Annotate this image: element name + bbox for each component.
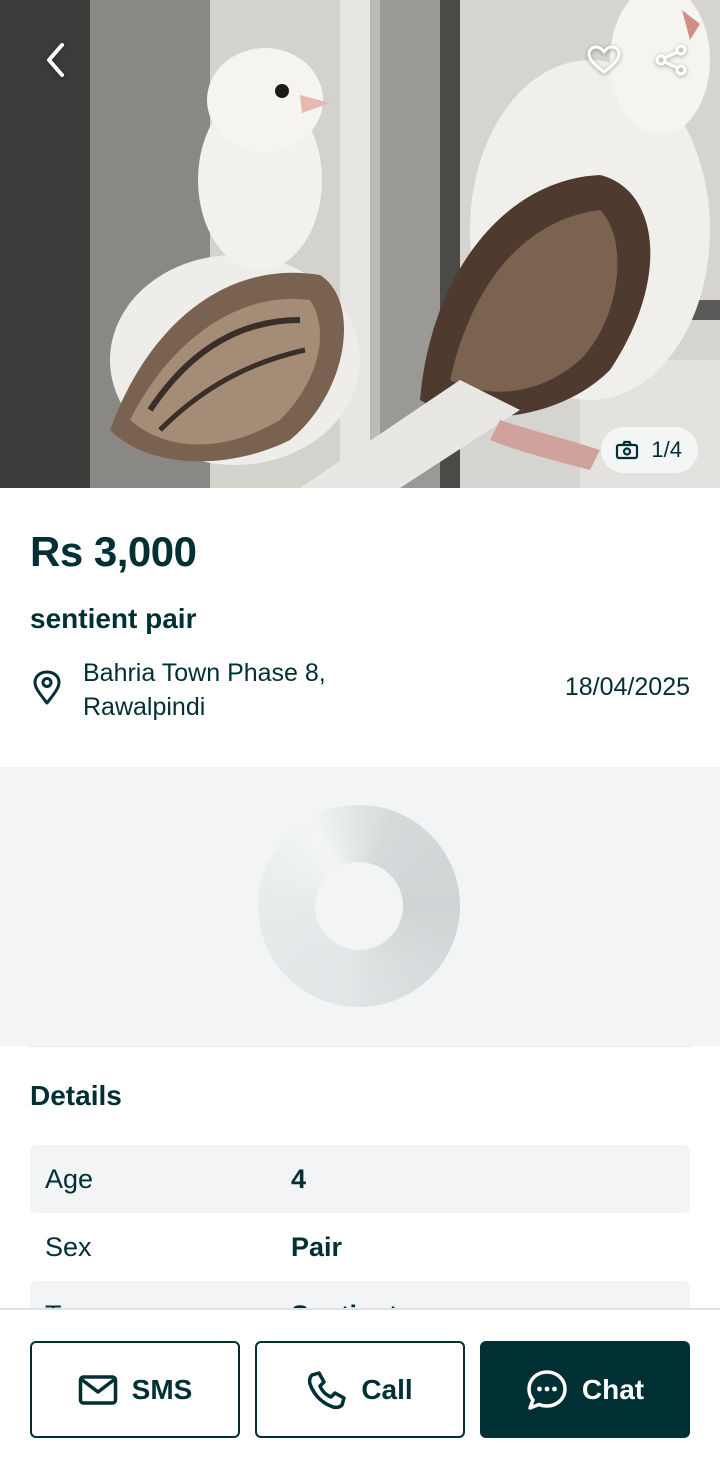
mail-icon [78,1374,117,1405]
camera-icon [616,440,639,460]
share-icon [655,44,687,76]
sms-label: SMS [131,1373,193,1405]
call-label: Call [361,1373,413,1405]
call-button[interactable]: Call [255,1341,465,1438]
listing-price: Rs 3,000 [30,528,197,575]
chat-button[interactable]: Chat [480,1341,690,1438]
detail-value: Pair [291,1231,343,1262]
image-gallery[interactable]: 1/4 [0,0,720,488]
listing-location: Bahria Town Phase 8, Rawalpindi [83,659,326,721]
map-placeholder [0,767,720,1046]
detail-key: Age [45,1163,94,1194]
image-counter-text: 1/4 [651,437,682,462]
chat-bubble-icon [527,1369,567,1410]
chevron-left-icon [47,43,64,77]
loading-spinner [258,805,460,1007]
phone-icon [308,1370,347,1409]
heart-icon [587,45,621,74]
detail-row: Age 4 [30,1145,690,1213]
location-pin-icon [33,670,61,705]
chat-label: Chat [581,1373,645,1405]
favorite-button[interactable] [574,30,634,90]
detail-key: Sex [45,1231,92,1262]
details-heading: Details [30,1080,122,1111]
listing-title: sentient pair [30,603,197,634]
image-counter-badge: 1/4 [601,427,698,473]
contact-action-bar: SMS Call Chat [0,1308,720,1467]
detail-value: 4 [291,1163,307,1194]
listing-date: 18/04/2025 [564,673,690,701]
section-divider [30,1046,690,1047]
sms-button[interactable]: SMS [30,1341,240,1438]
back-button[interactable] [26,30,86,90]
share-button[interactable] [641,30,701,90]
detail-row: Sex Pair [30,1213,690,1281]
